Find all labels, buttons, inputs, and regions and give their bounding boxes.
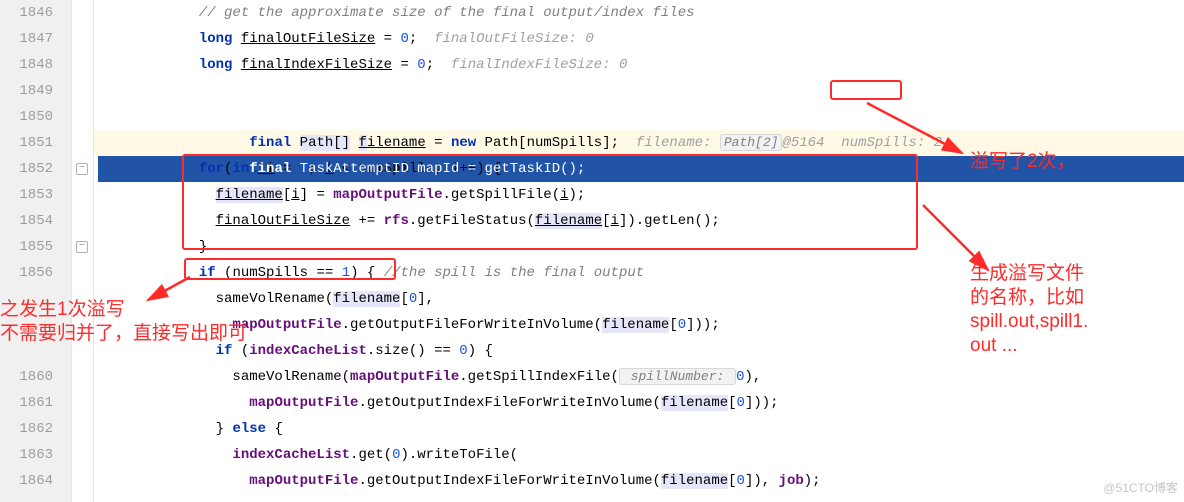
line-number: 1847 <box>0 26 53 52</box>
code-line[interactable]: filename[i] = mapOutputFile.getSpillFile… <box>98 182 1184 208</box>
code-line[interactable]: mapOutputFile.getOutputIndexFileForWrite… <box>98 390 1184 416</box>
annotation-left: 之发生1次溢写 不需要归并了，直接写出即可 <box>0 298 247 346</box>
line-number: 1853 <box>0 182 53 208</box>
line-number: 1850 <box>0 104 53 130</box>
code-line[interactable]: sameVolRename(mapOutputFile.getSpillInde… <box>98 364 1184 390</box>
line-number: 1846 <box>0 0 53 26</box>
code-line[interactable]: long finalOutFileSize = 0; finalOutFileS… <box>98 26 1184 52</box>
line-number: 1854 <box>0 208 53 234</box>
line-number-gutter: 1846 1847 1848 1849 1850 1851 1852 1853 … <box>0 0 72 502</box>
line-number: 1855 <box>0 234 53 260</box>
line-number: 1861 <box>0 390 53 416</box>
code-line-current-execution[interactable]: final TaskAttemptID mapId = getTaskID(); <box>98 104 1184 130</box>
fold-handle-icon[interactable]: − <box>76 241 88 253</box>
line-number: 1864 <box>0 468 53 494</box>
fold-column: − − <box>72 0 94 502</box>
code-line[interactable]: } else { <box>98 416 1184 442</box>
code-line[interactable]: // get the approximate size of the final… <box>98 0 1184 26</box>
line-number: 1851 <box>0 130 53 156</box>
line-number: 1856 <box>0 260 53 286</box>
line-number: 1849 <box>0 78 53 104</box>
line-number: 1852 <box>0 156 53 182</box>
code-area[interactable]: // get the approximate size of the final… <box>94 0 1184 502</box>
line-number: 1860 <box>0 364 53 390</box>
line-number: 1848 <box>0 52 53 78</box>
code-line[interactable]: long finalIndexFileSize = 0; finalIndexF… <box>98 52 1184 78</box>
annotation-right-1: 溢写了2次， <box>970 150 1076 174</box>
code-line[interactable]: } <box>98 234 1184 260</box>
code-editor[interactable]: 1846 1847 1848 1849 1850 1851 1852 1853 … <box>0 0 1184 502</box>
annotation-right-2: 生成溢写文件 的名称，比如 spill.out,spill1. out ... <box>970 262 1170 358</box>
line-number: 1863 <box>0 442 53 468</box>
code-line[interactable]: indexCacheList.get(0).writeToFile( <box>98 442 1184 468</box>
watermark: @51CTO博客 <box>1103 479 1178 496</box>
code-line[interactable]: final Path[] filename = new Path[numSpil… <box>98 78 1184 104</box>
line-number: 1862 <box>0 416 53 442</box>
code-line[interactable]: finalOutFileSize += rfs.getFileStatus(fi… <box>98 208 1184 234</box>
code-line[interactable]: mapOutputFile.getOutputIndexFileForWrite… <box>98 468 1184 494</box>
fold-handle-icon[interactable]: − <box>76 163 88 175</box>
